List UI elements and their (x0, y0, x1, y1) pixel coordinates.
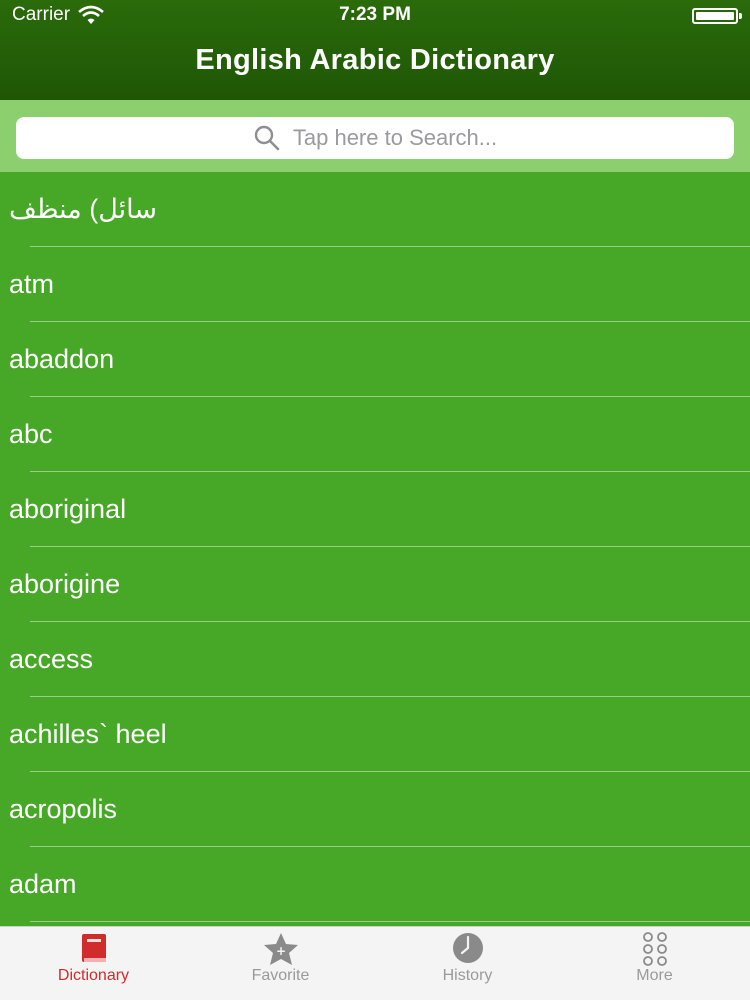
word-label: aboriginal (9, 494, 127, 524)
word-label: سائل) منظف (9, 194, 158, 224)
list-item[interactable]: atm (0, 247, 750, 322)
page-title: English Arabic Dictionary (195, 44, 555, 76)
tab-label: History (442, 967, 493, 984)
book-icon (81, 934, 106, 962)
search-icon (254, 125, 280, 151)
row-divider (30, 921, 750, 922)
star-icon: + (263, 933, 298, 965)
tab-bar: Dictionary + Favorite History More (0, 926, 750, 1000)
status-bar: Carrier 7:23 PM (0, 0, 750, 32)
search-bar: Tap here to Search... (0, 100, 750, 172)
word-list: سائل) منظف atm abaddon abc aboriginal ab… (0, 172, 750, 926)
list-item[interactable]: adam (0, 847, 750, 922)
tab-label: Favorite (251, 967, 310, 984)
tab-history[interactable]: History (374, 927, 561, 1000)
list-item[interactable]: aborigine (0, 547, 750, 622)
navigation-header: Carrier 7:23 PM English Arabic Dictionar… (0, 0, 750, 100)
tab-more[interactable]: More (561, 927, 748, 1000)
status-time: 7:23 PM (339, 4, 411, 25)
word-label: acropolis (9, 794, 118, 824)
word-label: access (9, 644, 94, 674)
more-dots-icon (642, 932, 667, 966)
list-item[interactable]: abc (0, 397, 750, 472)
list-item[interactable]: acropolis (0, 772, 750, 847)
list-item[interactable]: abaddon (0, 322, 750, 397)
svg-text:+: + (275, 944, 285, 958)
tab-favorite[interactable]: + Favorite (187, 927, 374, 1000)
search-placeholder: Tap here to Search... (292, 125, 498, 150)
list-item[interactable]: aboriginal (0, 472, 750, 547)
list-item[interactable]: access (0, 622, 750, 697)
word-label: atm (9, 269, 55, 299)
clock-icon (452, 933, 483, 963)
word-label: aborigine (9, 569, 121, 599)
tab-label: Dictionary (57, 967, 130, 984)
battery-icon (692, 8, 742, 24)
list-item[interactable]: سائل) منظف (0, 172, 750, 247)
word-label: achilles` heel (9, 719, 167, 749)
tab-dictionary[interactable]: Dictionary (0, 927, 187, 1000)
word-label: abc (9, 419, 53, 449)
search-input[interactable]: Tap here to Search... (16, 117, 734, 159)
tab-label: More (636, 967, 673, 984)
word-label: adam (9, 869, 77, 899)
word-label: abaddon (9, 344, 115, 374)
list-item[interactable]: achilles` heel (0, 697, 750, 772)
